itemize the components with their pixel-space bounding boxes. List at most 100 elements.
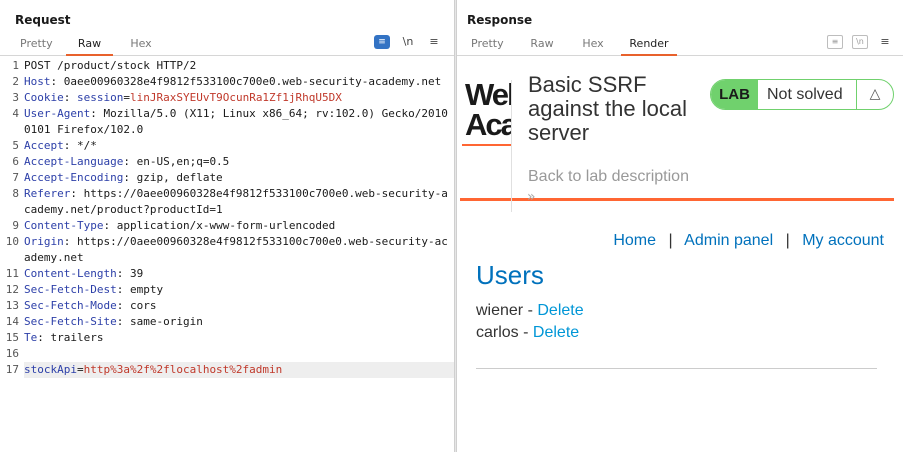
- line-number: 12: [5, 283, 19, 296]
- line-number: 9: [12, 219, 19, 232]
- editor-line[interactable]: 17 stockApi=http%3a%2f%2flocalhost%2fadmi…: [0, 362, 454, 378]
- line-number: 10: [5, 235, 19, 248]
- menu-icon[interactable]: ≡: [426, 35, 442, 49]
- editor-line[interactable]: 2 Host: 0aee00960328e4f9812f533100c700e0.…: [0, 74, 454, 90]
- logo-underline: [462, 144, 512, 146]
- header-value: [70, 91, 77, 104]
- users-heading: Users: [476, 260, 544, 290]
- header-separator: :: [123, 171, 130, 184]
- line-number: 11: [5, 267, 19, 280]
- editor-line[interactable]: 7 Accept-Encoding: gzip, deflate: [0, 170, 454, 186]
- wrap-lines-icon[interactable]: ≡: [827, 35, 843, 49]
- lab-status-text: Not solved: [767, 86, 843, 103]
- header-name: Content-Type: [24, 219, 104, 232]
- line-number: 7: [12, 171, 19, 184]
- editor-line[interactable]: 4 User-Agent: Mozilla/5.0 (X11; Linux x86…: [0, 106, 454, 138]
- line-number: 6: [12, 155, 19, 168]
- line-content: Host: 0aee00960328e4f9812f533100c700e0.w…: [24, 74, 454, 90]
- editor-line[interactable]: 6 Accept-Language: en-US,en;q=0.5: [0, 154, 454, 170]
- lab-header: WebAcademy Basic SSRF against the local …: [460, 58, 894, 212]
- header-value: gzip, deflate: [129, 171, 223, 184]
- editor-line[interactable]: 11 Content-Length: 39: [0, 266, 454, 282]
- line-content: User-Agent: Mozilla/5.0 (X11; Linux x86_…: [24, 106, 454, 138]
- editor-line[interactable]: 16: [0, 346, 454, 362]
- request-tab-hex[interactable]: Hex: [128, 37, 154, 56]
- header-value: http%3a%2f%2flocalhost%2fadmin: [83, 363, 283, 376]
- request-pane: Request Pretty Raw Hex ≡ \n ≡ 1 POST /pro…: [0, 0, 454, 452]
- header-name: Accept-Encoding: [24, 171, 124, 184]
- header-value: trailers: [43, 331, 104, 344]
- logo-word: Web: [465, 80, 511, 112]
- nav-separator: |: [785, 232, 790, 249]
- back-to-lab-description-link[interactable]: Back to lab description: [528, 168, 689, 186]
- header-value: en-US,en;q=0.5: [129, 155, 230, 168]
- response-tab-raw[interactable]: Raw: [530, 37, 554, 56]
- cookie-equals: =: [123, 91, 130, 104]
- line-number: 15: [5, 331, 19, 344]
- nav-admin-panel-link[interactable]: Admin panel: [684, 232, 773, 249]
- line-content: POST /product/stock HTTP/2: [24, 58, 454, 74]
- response-tab-hex[interactable]: Hex: [582, 37, 604, 56]
- line-number: 3: [12, 91, 19, 104]
- header-name: Host: [24, 75, 51, 88]
- editor-line[interactable]: 10 Origin: https://0aee00960328e4f9812f53…: [0, 234, 454, 266]
- newline-toggle-icon[interactable]: \n: [852, 35, 868, 49]
- header-name: Origin: [24, 235, 64, 248]
- response-pane: Response Pretty Raw Hex Render ≡ \n ≡ We…: [457, 0, 903, 452]
- header-value: 39: [123, 267, 144, 280]
- list-item: wiener - Delete: [476, 302, 584, 320]
- delete-user-link[interactable]: Delete: [533, 324, 579, 341]
- line-content: Sec-Fetch-Mode: cors: [24, 298, 454, 314]
- chevron-double-right-icon: »: [527, 189, 536, 205]
- line-content: Accept-Encoding: gzip, deflate: [24, 170, 454, 186]
- user-name: carlos: [476, 324, 519, 341]
- header-separator: :: [123, 155, 130, 168]
- line-number: 14: [5, 315, 19, 328]
- delete-user-link[interactable]: Delete: [537, 302, 583, 319]
- request-tab-pretty[interactable]: Pretty: [20, 37, 53, 56]
- lab-label: LAB: [711, 80, 758, 109]
- editor-line[interactable]: 13 Sec-Fetch-Mode: cors: [0, 298, 454, 314]
- header-value: https://0aee00960328e4f9812f533100c700e0…: [24, 235, 448, 264]
- editor-line[interactable]: 3 Cookie: session=linJRaxSYEUvT9OcunRa1Zf…: [0, 90, 454, 106]
- line-number: 2: [12, 75, 19, 88]
- editor-line[interactable]: 12 Sec-Fetch-Dest: empty: [0, 282, 454, 298]
- header-value: empty: [123, 283, 164, 296]
- request-editor[interactable]: 1 POST /product/stock HTTP/2 2 Host: 0aee00…: [0, 58, 454, 378]
- nav-my-account-link[interactable]: My account: [802, 232, 884, 249]
- newline-toggle-icon[interactable]: \n: [400, 35, 416, 49]
- line-content: [24, 346, 454, 362]
- line-content: Sec-Fetch-Dest: empty: [24, 282, 454, 298]
- editor-line[interactable]: 9 Content-Type: application/x-www-form-ur…: [0, 218, 454, 234]
- response-tab-render[interactable]: Render: [621, 37, 677, 56]
- header-value: 0aee00960328e4f9812f533100c700e0.web-sec…: [57, 75, 442, 88]
- header-name: Referer: [24, 187, 71, 200]
- editor-line[interactable]: 15 Te: trailers: [0, 330, 454, 346]
- wrap-lines-icon[interactable]: ≡: [374, 35, 390, 49]
- header-name: Accept: [24, 139, 64, 152]
- header-name: User-Agent: [24, 107, 91, 120]
- request-tab-raw[interactable]: Raw: [66, 37, 113, 56]
- editor-line[interactable]: 14 Sec-Fetch-Site: same-origin: [0, 314, 454, 330]
- line-content: Content-Length: 39: [24, 266, 454, 282]
- response-tab-pretty[interactable]: Pretty: [471, 37, 504, 56]
- header-value: */*: [70, 139, 97, 152]
- line-number: 16: [5, 347, 19, 360]
- header-name: Content-Length: [24, 267, 117, 280]
- cookie-value: linJRaxSYEUvT9OcunRa1Zf1jRhqU5DX: [129, 91, 342, 104]
- nav-home-link[interactable]: Home: [613, 232, 656, 249]
- header-name: stockApi: [24, 363, 77, 376]
- menu-icon[interactable]: ≡: [877, 35, 893, 49]
- header-name: Cookie: [24, 91, 64, 104]
- editor-line[interactable]: 5 Accept: */*: [0, 138, 454, 154]
- lab-title: Basic SSRF against the local server: [528, 72, 687, 145]
- line-content: Te: trailers: [24, 330, 454, 346]
- line-content: Sec-Fetch-Site: same-origin: [24, 314, 454, 330]
- editor-line[interactable]: 1 POST /product/stock HTTP/2: [0, 58, 454, 74]
- editor-line[interactable]: 8 Referer: https://0aee00960328e4f9812f53…: [0, 186, 454, 218]
- header-value: https://0aee00960328e4f9812f533100c700e0…: [24, 187, 448, 216]
- header-name: Te: [24, 331, 38, 344]
- lab-status-badge: LAB Not solved △: [710, 79, 894, 110]
- header-name: Sec-Fetch-Site: [24, 315, 117, 328]
- nav-separator: |: [668, 232, 673, 249]
